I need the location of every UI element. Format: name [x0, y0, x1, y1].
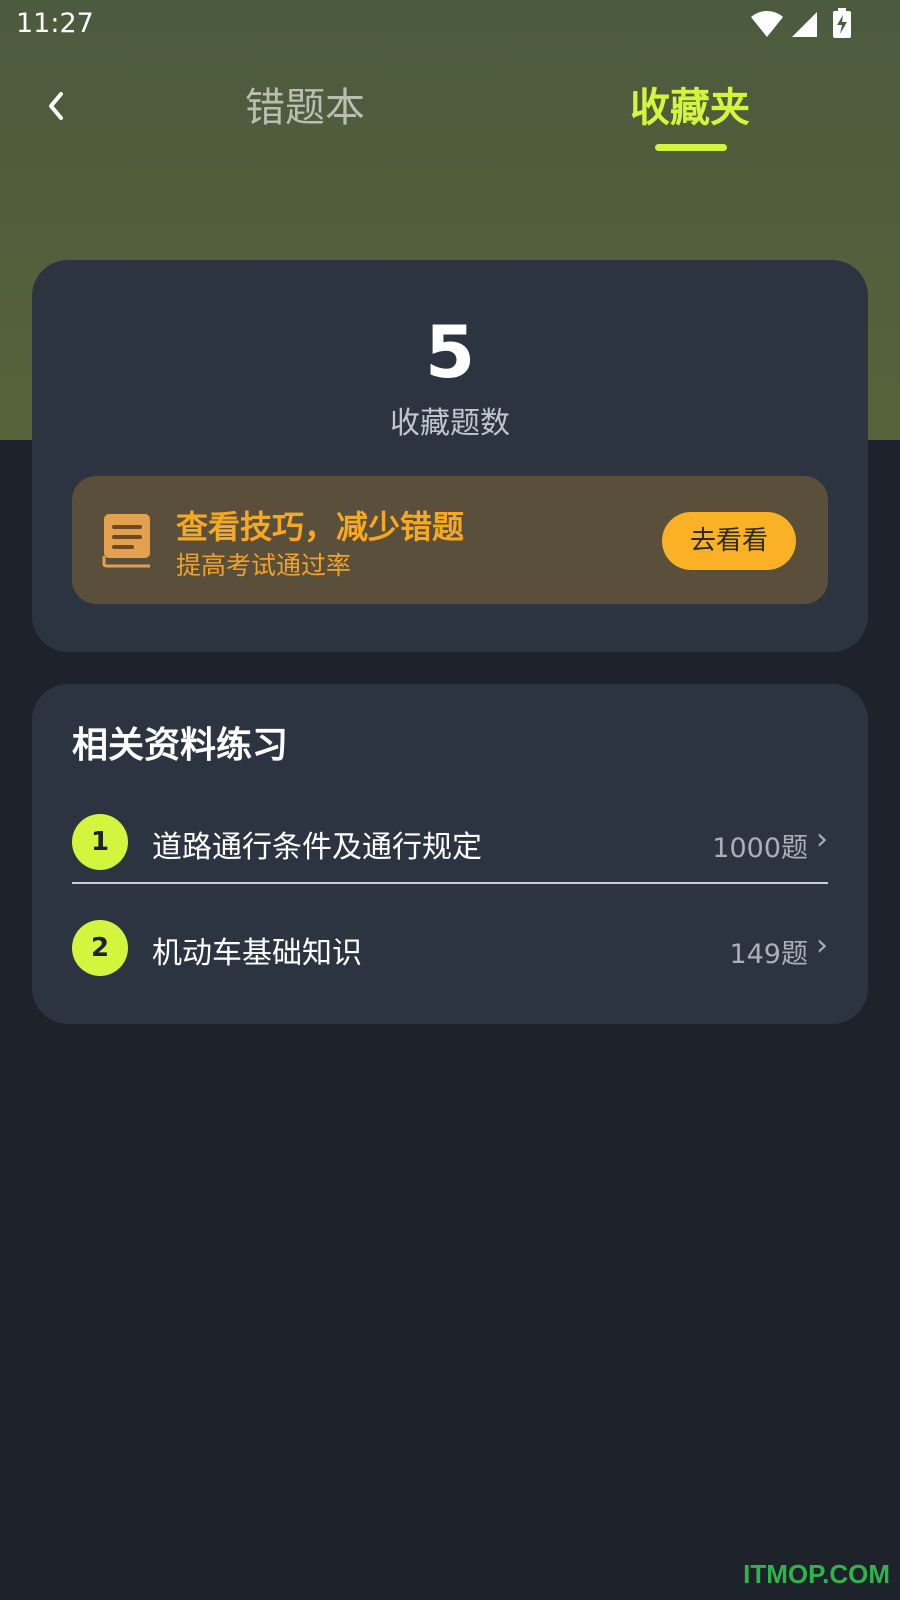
favorites-count-label: 收藏题数	[390, 406, 510, 441]
list-item[interactable]: 1 道路通行条件及通行规定 1000题 ›	[72, 802, 828, 882]
tips-banner[interactable]: 查看技巧，减少错题 提高考试通过率 去看看	[72, 476, 828, 604]
tips-subtitle: 提高考试通过率	[176, 551, 352, 580]
battery-charging-icon	[833, 8, 851, 38]
status-time: 11:27	[16, 8, 94, 39]
tab-mistake-book[interactable]: 错题本	[220, 78, 390, 138]
item-label: 机动车基础知识	[152, 936, 362, 971]
item-index-badge: 2	[72, 920, 128, 976]
wifi-icon	[751, 11, 783, 37]
tips-title: 查看技巧，减少错题	[176, 508, 465, 546]
chevron-left-icon	[49, 92, 63, 120]
favorites-summary-card: 5 收藏题数 查看技巧，减少错题 提高考试通过率 去看看	[32, 260, 868, 652]
status-icons	[750, 8, 860, 40]
list-item[interactable]: 2 机动车基础知识 149题 ›	[72, 908, 828, 988]
item-label: 道路通行条件及通行规定	[152, 830, 482, 865]
item-index-badge: 1	[72, 814, 128, 870]
divider	[72, 882, 828, 884]
chevron-right-icon: ›	[816, 928, 828, 963]
active-tab-indicator	[655, 144, 727, 151]
view-tips-button[interactable]: 去看看	[662, 512, 796, 570]
cellular-signal-icon	[792, 12, 817, 37]
item-question-count: 1000题	[712, 833, 808, 864]
related-practice-title: 相关资料练习	[72, 725, 289, 766]
chevron-right-icon: ›	[816, 822, 828, 857]
back-button[interactable]	[30, 80, 82, 132]
item-question-count: 149题	[729, 939, 808, 970]
watermark: ITMOP.COM	[743, 1559, 890, 1589]
status-bar: 11:27	[0, 0, 900, 50]
related-practice-card: 相关资料练习 1 道路通行条件及通行规定 1000题 › 2 机动车基础知识 1…	[32, 684, 868, 1024]
favorites-count: 5	[424, 310, 476, 394]
tab-favorites[interactable]: 收藏夹	[605, 78, 775, 138]
book-icon	[102, 514, 150, 568]
